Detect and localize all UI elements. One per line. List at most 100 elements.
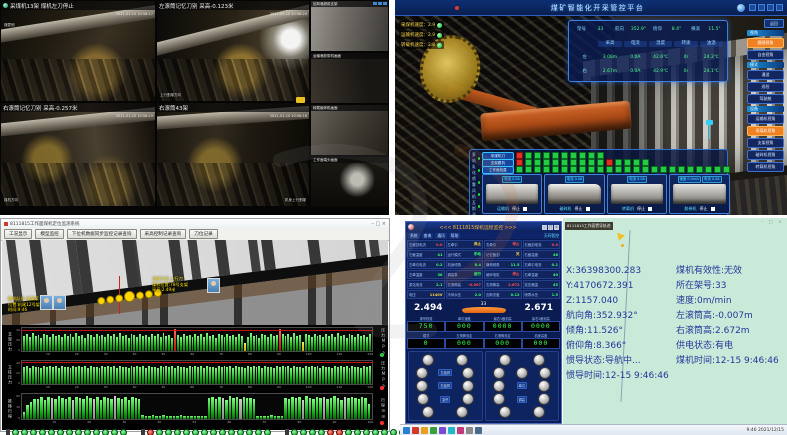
- control-button[interactable]: [456, 354, 468, 366]
- control-button[interactable]: [422, 406, 434, 418]
- support-dot[interactable]: [264, 429, 271, 435]
- machine-stop-icon[interactable]: [711, 207, 715, 211]
- support-dot[interactable]: [291, 429, 298, 435]
- taskbar-app-icon[interactable]: [412, 427, 419, 434]
- taskbar-app-icon[interactable]: [403, 427, 410, 434]
- machine-stop-icon[interactable]: [523, 207, 527, 211]
- control-button[interactable]: [416, 367, 428, 379]
- support-dot[interactable]: [228, 429, 235, 435]
- support-dot[interactable]: [210, 429, 217, 435]
- control-button[interactable]: [499, 354, 511, 366]
- control-button[interactable]: [539, 367, 551, 379]
- support-dot[interactable]: [381, 429, 388, 435]
- machine-card[interactable]: 电流 0.0A破碎机停止: [544, 174, 605, 214]
- support-dot[interactable]: [192, 429, 199, 435]
- control-button[interactable]: [462, 380, 474, 392]
- control-button[interactable]: [538, 393, 550, 405]
- support-dot[interactable]: [327, 429, 334, 435]
- support-dot[interactable]: [309, 429, 316, 435]
- control-button[interactable]: [422, 354, 434, 366]
- machine-card[interactable]: 电流 0.0A运输机停止: [482, 174, 543, 214]
- toolbar-button[interactable]: 模型监控: [35, 229, 63, 239]
- support-dot[interactable]: [183, 429, 190, 435]
- support-dot[interactable]: [111, 429, 118, 435]
- support-dot[interactable]: [12, 429, 19, 435]
- control-button[interactable]: [417, 393, 429, 405]
- strip-label-chip[interactable]: 工作面找直: [482, 166, 514, 174]
- window-controls[interactable]: – □ ×: [371, 221, 386, 227]
- view-button[interactable]: 巡检: [747, 82, 784, 92]
- control-button[interactable]: [493, 380, 505, 392]
- support-dot[interactable]: [390, 429, 397, 435]
- crew-avatar-1[interactable]: [40, 295, 53, 310]
- thumbnail-camera[interactable]: 工作面端头画面: [311, 157, 388, 207]
- control-button[interactable]: [493, 393, 505, 405]
- support-dot[interactable]: [246, 429, 253, 435]
- thumbnail-camera[interactable]: 转载破碎机画面: [311, 105, 388, 155]
- control-button[interactable]: [462, 393, 474, 405]
- back-button[interactable]: 返回: [764, 19, 784, 28]
- panel-window-controls[interactable]: –□×: [542, 225, 559, 230]
- nav-window-controls[interactable]: – □ ×: [761, 220, 784, 225]
- taskbar-app-icon[interactable]: [466, 427, 473, 434]
- support-dot[interactable]: [120, 429, 127, 435]
- control-button[interactable]: [538, 380, 550, 392]
- thumbnail-camera[interactable]: 回风巷超前支架: [311, 1, 388, 51]
- camera-3[interactable]: 右滚筒记忆刀别 采高-0.257米 2021-01-10 10:58:19 煤机…: [1, 103, 155, 206]
- support-dot[interactable]: [237, 429, 244, 435]
- view-button[interactable]: 自由视角: [747, 50, 784, 60]
- system-tray-clock[interactable]: 9:46 2021/12/15: [747, 428, 784, 433]
- control-button[interactable]: [516, 367, 528, 379]
- support-dot[interactable]: [372, 429, 379, 435]
- taskbar-app-icon[interactable]: [421, 427, 428, 434]
- thumbnail-camera[interactable]: 运输巷胶带机画面: [311, 53, 388, 103]
- support-dot[interactable]: [336, 429, 343, 435]
- panel-titlebar[interactable]: <<< 8111815煤机远程监控 >>> –□×: [406, 222, 561, 232]
- view-button[interactable]: 跟随视角: [747, 38, 784, 48]
- taskbar-app-icon[interactable]: [439, 427, 446, 434]
- menu-item[interactable]: 帮助: [449, 233, 461, 239]
- machine-card[interactable]: 电流 0.0A转载机停止: [607, 174, 668, 214]
- seam-profile-map[interactable]: 当前刀位:上行刀 煤机位置:78号支架 采高:2.49米 跟机队长:张某某 位置…: [2, 240, 388, 325]
- menu-item[interactable]: 通讯: [435, 233, 447, 239]
- support-dot[interactable]: [147, 429, 154, 435]
- support-dot[interactable]: [255, 429, 262, 435]
- taskbar-app-icon[interactable]: [448, 427, 455, 434]
- support-dot[interactable]: [21, 429, 28, 435]
- view-button[interactable]: 转载机视角: [747, 162, 784, 172]
- control-button[interactable]: [456, 406, 468, 418]
- header-tool-icons[interactable]: [749, 4, 783, 11]
- support-dot[interactable]: [219, 429, 226, 435]
- support-dot[interactable]: [201, 429, 208, 435]
- support-dot[interactable]: [39, 429, 46, 435]
- control-button[interactable]: [493, 367, 505, 379]
- support-dot[interactable]: [165, 429, 172, 435]
- support-dot[interactable]: [300, 429, 307, 435]
- machine-stop-icon[interactable]: [586, 207, 590, 211]
- view-button[interactable]: 支架视角: [747, 138, 784, 148]
- view-button[interactable]: 采煤机视角: [747, 126, 784, 136]
- menu-item[interactable]: 查询: [422, 233, 434, 239]
- support-dot[interactable]: [75, 429, 82, 435]
- support-dot[interactable]: [318, 429, 325, 435]
- menu-item[interactable]: 系统: [408, 233, 420, 239]
- machine-card[interactable]: 速度 0.0m/s电流 0.0A胶带机停止: [669, 174, 730, 214]
- control-button[interactable]: [533, 406, 545, 418]
- camera-4[interactable]: 右滚筒43架 2021-01-10 10:58:18 机身上行割煤: [157, 103, 309, 206]
- taskbar-app-icon[interactable]: [475, 427, 482, 434]
- control-button[interactable]: [533, 354, 545, 366]
- toolbar-button[interactable]: 工况显示: [4, 229, 32, 239]
- support-dot[interactable]: [30, 429, 37, 435]
- control-button[interactable]: [462, 367, 474, 379]
- windows-taskbar[interactable]: 9:46 2021/12/15: [400, 424, 787, 435]
- camera-1[interactable]: 采煤机13架 煤机左刀停止 2021-01-10 10:58:17 煤壁侧: [1, 1, 155, 101]
- crew-avatar-2[interactable]: [53, 295, 66, 310]
- thumbnail-tool-icons[interactable]: [373, 2, 387, 5]
- camera-2[interactable]: 左滚筒记忆刀别 采高-0.123米 2021-01-10 10:58:20 上行…: [157, 1, 309, 101]
- view-button[interactable]: 漫游: [747, 70, 784, 80]
- support-dot[interactable]: [354, 429, 361, 435]
- support-dot[interactable]: [57, 429, 64, 435]
- window-titlebar[interactable]: 8111815工作面煤机定位监测系统 – □ ×: [1, 219, 389, 228]
- control-button[interactable]: [499, 406, 511, 418]
- view-button[interactable]: 破碎机视角: [747, 150, 784, 160]
